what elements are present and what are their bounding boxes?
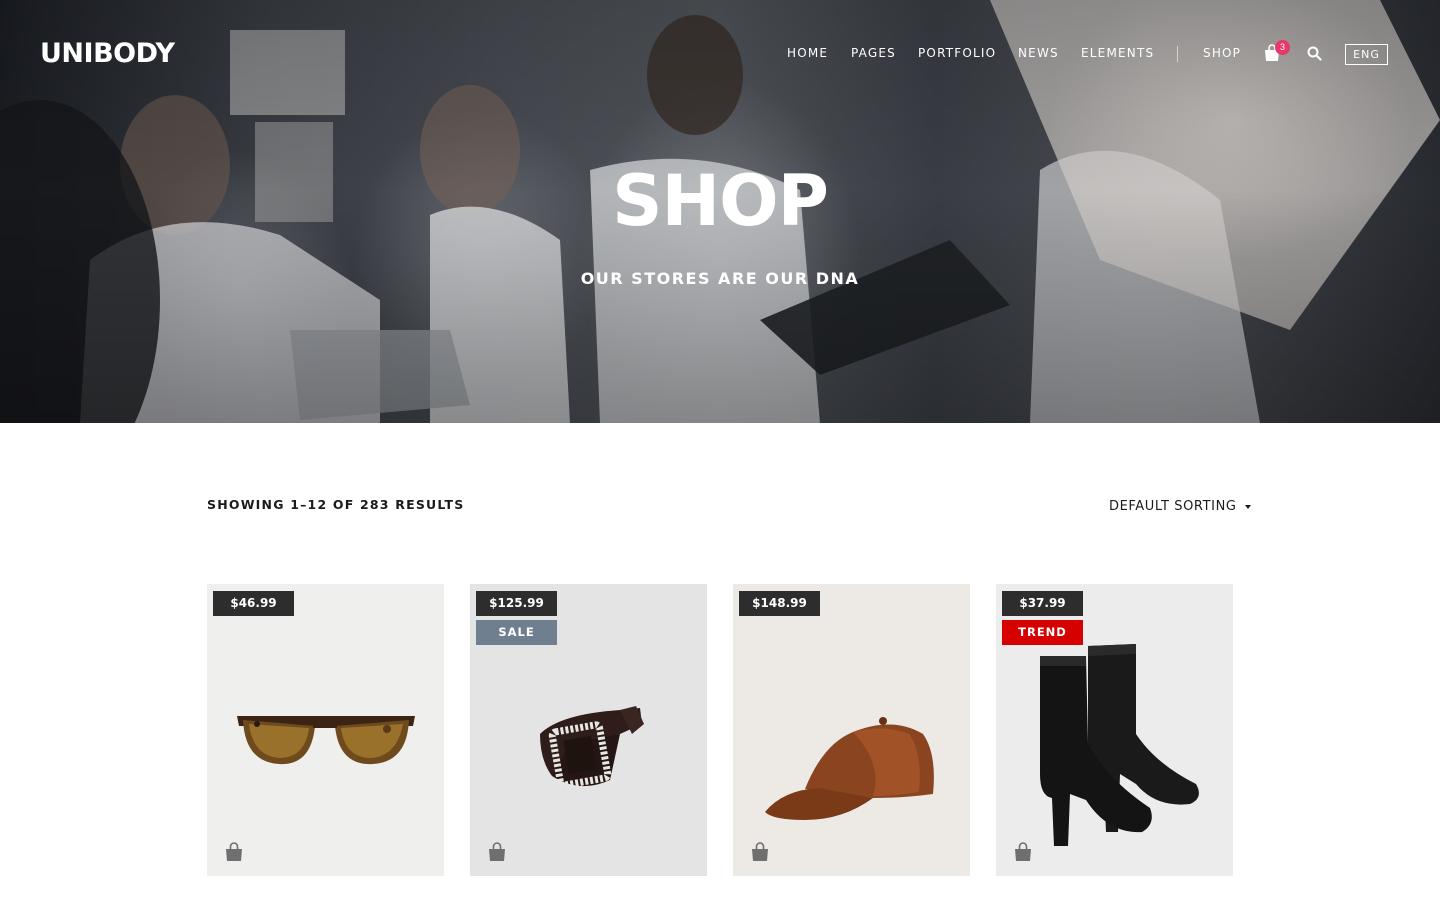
nav-item-portfolio[interactable]: PORTFOLIO <box>918 46 996 60</box>
search-icon[interactable] <box>1307 46 1322 61</box>
hero-banner: UNIBODY HOME PAGES PORTFOLIO NEWS ELEMEN… <box>0 0 1440 423</box>
price-tag: $148.99 <box>739 591 820 616</box>
caret-down-icon <box>1244 504 1251 509</box>
sorting-label: DEFAULT SORTING <box>1109 499 1237 514</box>
cart-count-badge: 3 <box>1275 40 1290 55</box>
add-to-cart-icon[interactable] <box>750 842 770 862</box>
results-count: SHOWING 1–12 OF 283 RESULTS <box>207 497 465 512</box>
nav-item-elements[interactable]: ELEMENTS <box>1081 46 1154 60</box>
language-switcher[interactable]: ENG <box>1345 44 1388 65</box>
product-card[interactable]: $37.99 TREND <box>996 584 1233 876</box>
page-title: SHOP <box>612 160 829 242</box>
sale-badge: SALE <box>476 620 557 645</box>
cap-image[interactable] <box>733 584 970 876</box>
price-tag: $125.99 <box>476 591 557 616</box>
product-card[interactable]: $148.99 <box>733 584 970 876</box>
sunglasses-image[interactable] <box>207 584 444 876</box>
add-to-cart-icon[interactable] <box>487 842 507 862</box>
nav-item-news[interactable]: NEWS <box>1018 46 1059 60</box>
trend-badge: TREND <box>1002 620 1083 645</box>
nav-item-home[interactable]: HOME <box>787 46 828 60</box>
sorting-dropdown[interactable]: DEFAULT SORTING <box>1109 499 1251 514</box>
product-card[interactable]: $46.99 <box>207 584 444 876</box>
main-navigation: HOME PAGES PORTFOLIO NEWS ELEMENTS SHOP <box>0 46 1440 64</box>
page-subtitle: OUR STORES ARE OUR DNA <box>580 269 860 288</box>
nav-item-shop[interactable]: SHOP <box>1203 46 1241 60</box>
add-to-cart-icon[interactable] <box>1013 842 1033 862</box>
price-tag: $46.99 <box>213 591 294 616</box>
product-card[interactable]: $125.99 SALE <box>470 584 707 876</box>
add-to-cart-icon[interactable] <box>224 842 244 862</box>
nav-item-pages[interactable]: PAGES <box>851 46 896 60</box>
price-tag: $37.99 <box>1002 591 1083 616</box>
nav-divider <box>1177 46 1178 62</box>
